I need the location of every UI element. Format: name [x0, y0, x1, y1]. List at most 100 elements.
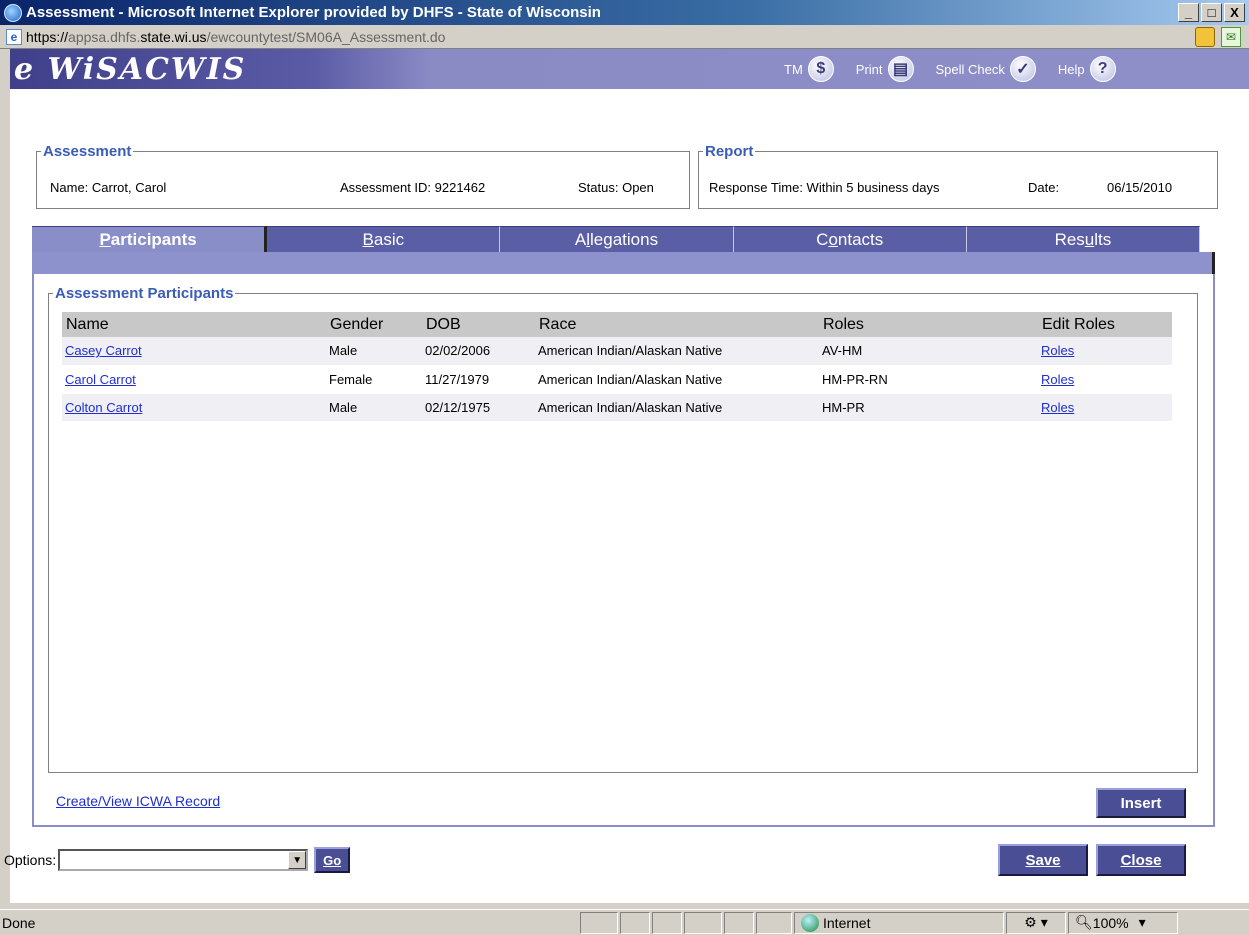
column-header-edit-roles: Edit Roles — [1038, 312, 1172, 337]
page-icon: e — [6, 28, 22, 45]
maximize-button[interactable]: □ — [1201, 3, 1222, 22]
options-label: Options: — [4, 852, 57, 868]
cell-gender: Male — [326, 337, 422, 366]
tab-results-label: lts — [1094, 230, 1112, 249]
tab-results-mnemonic: u — [1084, 230, 1095, 249]
feed-icon[interactable]: ✉ — [1221, 26, 1241, 47]
tab-strip — [32, 252, 1215, 274]
assessment-status: Status: Open — [578, 180, 654, 195]
zoom-icon: 🔍︎ — [1075, 914, 1093, 930]
content-area: Assessment Name: Carrot, Carol Assessmen… — [4, 89, 1249, 903]
column-header-race: Race — [535, 312, 819, 337]
minimize-button[interactable]: _ — [1178, 3, 1199, 22]
close-button[interactable]: Close — [1096, 844, 1186, 876]
window-left-frame — [0, 49, 10, 909]
column-header-gender: Gender — [326, 312, 422, 337]
status-cell — [580, 911, 618, 934]
url-path: /ewcountytest/SM06A_Assessment.do — [206, 28, 446, 45]
tab-contacts[interactable]: Contacts — [733, 226, 967, 252]
close-window-button[interactable]: X — [1224, 3, 1245, 22]
participant-link[interactable]: Casey Carrot — [65, 343, 142, 358]
table-row: Casey Carrot Male 02/02/2006 American In… — [62, 337, 1172, 366]
help-icon[interactable]: ? — [1089, 56, 1116, 82]
status-cell — [756, 911, 792, 934]
insert-button[interactable]: Insert — [1096, 788, 1186, 818]
cell-edit-roles: Roles — [1038, 365, 1172, 394]
table-row: Colton Carrot Male 02/12/1975 American I… — [62, 393, 1172, 422]
assessment-name: Name: Carrot, Carol — [50, 180, 167, 195]
cell-name: Carol Carrot — [62, 365, 326, 394]
save-button[interactable]: Save — [998, 844, 1088, 876]
table-header-row: Name Gender DOB Race Roles Edit Roles — [62, 312, 1172, 337]
status-cell — [652, 911, 682, 934]
cell-race: American Indian/Alaskan Native — [535, 365, 819, 394]
zoom-control[interactable]: 🔍︎ 100% ▾ — [1068, 911, 1178, 934]
app-header: e WiSACWIS TM $ Print ▤ Spell Check ✓ He… — [10, 49, 1249, 89]
cell-roles: AV-HM — [819, 337, 1038, 366]
protected-mode-icon: ⚙ ▾ — [1024, 914, 1048, 930]
status-bar: Done Internet ⚙ ▾ 🔍︎ 100% ▾ — [0, 909, 1249, 935]
assessment-id: Assessment ID: 9221462 — [340, 180, 486, 195]
tab-basic[interactable]: Basic — [267, 226, 501, 252]
ie-logo-icon — [4, 3, 22, 22]
zoom-level: 100% — [1092, 914, 1129, 931]
status-text: Done — [2, 914, 36, 931]
tab-results[interactable]: Results — [966, 226, 1201, 252]
url-text[interactable]: https://appsa.dhfs.state.wi.us/ewcountyt… — [26, 29, 1195, 45]
chevron-down-icon[interactable]: ▼ — [288, 851, 307, 869]
edit-roles-link[interactable]: Roles — [1041, 400, 1074, 415]
participant-link[interactable]: Colton Carrot — [65, 400, 142, 415]
cell-name: Casey Carrot — [62, 337, 326, 366]
tab-results-prefix: Res — [1054, 230, 1085, 249]
cell-roles: HM-PR — [819, 393, 1038, 422]
cell-race: American Indian/Alaskan Native — [535, 393, 819, 422]
security-zone: Internet — [794, 911, 1004, 934]
tm-link[interactable]: TM $ — [784, 56, 834, 82]
participant-link[interactable]: Carol Carrot — [65, 372, 136, 387]
window-title-bar: Assessment - Microsoft Internet Explorer… — [0, 0, 1249, 25]
icwa-record-link[interactable]: Create/View ICWA Record — [56, 793, 220, 809]
edit-roles-link[interactable]: Roles — [1041, 343, 1074, 358]
column-header-name: Name — [62, 312, 326, 337]
protected-mode-button[interactable]: ⚙ ▾ — [1006, 911, 1066, 934]
lock-icon[interactable] — [1195, 26, 1215, 47]
go-button[interactable]: Go — [314, 847, 351, 873]
tm-globe-icon[interactable]: $ — [807, 56, 834, 82]
status-cell — [684, 911, 722, 934]
status-cell — [724, 911, 754, 934]
cell-edit-roles: Roles — [1038, 337, 1172, 366]
cell-race: American Indian/Alaskan Native — [535, 337, 819, 366]
cell-roles: HM-PR-RN — [819, 365, 1038, 394]
tm-label: TM — [784, 61, 803, 77]
url-scheme: https:// — [26, 28, 69, 45]
print-link[interactable]: Print ▤ — [856, 56, 914, 82]
app-brand: e WiSACWIS — [14, 51, 247, 87]
tab-allegations[interactable]: Allegations — [500, 226, 734, 252]
spell-check-link[interactable]: Spell Check ✓ — [936, 56, 1036, 82]
tab-contacts-label: ntacts — [837, 230, 884, 249]
spell-check-icon[interactable]: ✓ — [1009, 56, 1036, 82]
cell-edit-roles: Roles — [1038, 393, 1172, 422]
zone-label: Internet — [823, 914, 871, 931]
header-toolbar: TM $ Print ▤ Spell Check ✓ Help ? — [770, 56, 1116, 82]
options-select[interactable]: ▼ — [58, 849, 309, 871]
tab-allegations-prefix: A — [574, 230, 587, 249]
url-host: state.wi.us — [140, 28, 207, 45]
tab-basic-label: asic — [373, 230, 405, 249]
cell-name: Colton Carrot — [62, 393, 326, 422]
internet-zone-icon — [801, 913, 819, 932]
help-link[interactable]: Help ? — [1058, 56, 1116, 82]
participants-table: Name Gender DOB Race Roles Edit Roles Ca… — [62, 312, 1172, 422]
tab-basic-mnemonic: B — [362, 230, 374, 249]
cell-dob: 02/12/1975 — [422, 393, 535, 422]
print-label: Print — [855, 61, 883, 77]
assessment-legend: Assessment — [43, 143, 132, 160]
chevron-down-icon: ▾ — [1138, 914, 1146, 930]
report-legend: Report — [705, 143, 754, 160]
options-bar: Options: ▼ Go — [4, 847, 351, 873]
status-cell — [620, 911, 650, 934]
tab-participants[interactable]: Participants — [32, 226, 268, 252]
print-icon[interactable]: ▤ — [887, 56, 914, 82]
address-bar: e https://appsa.dhfs.state.wi.us/ewcount… — [0, 25, 1249, 49]
edit-roles-link[interactable]: Roles — [1041, 372, 1074, 387]
